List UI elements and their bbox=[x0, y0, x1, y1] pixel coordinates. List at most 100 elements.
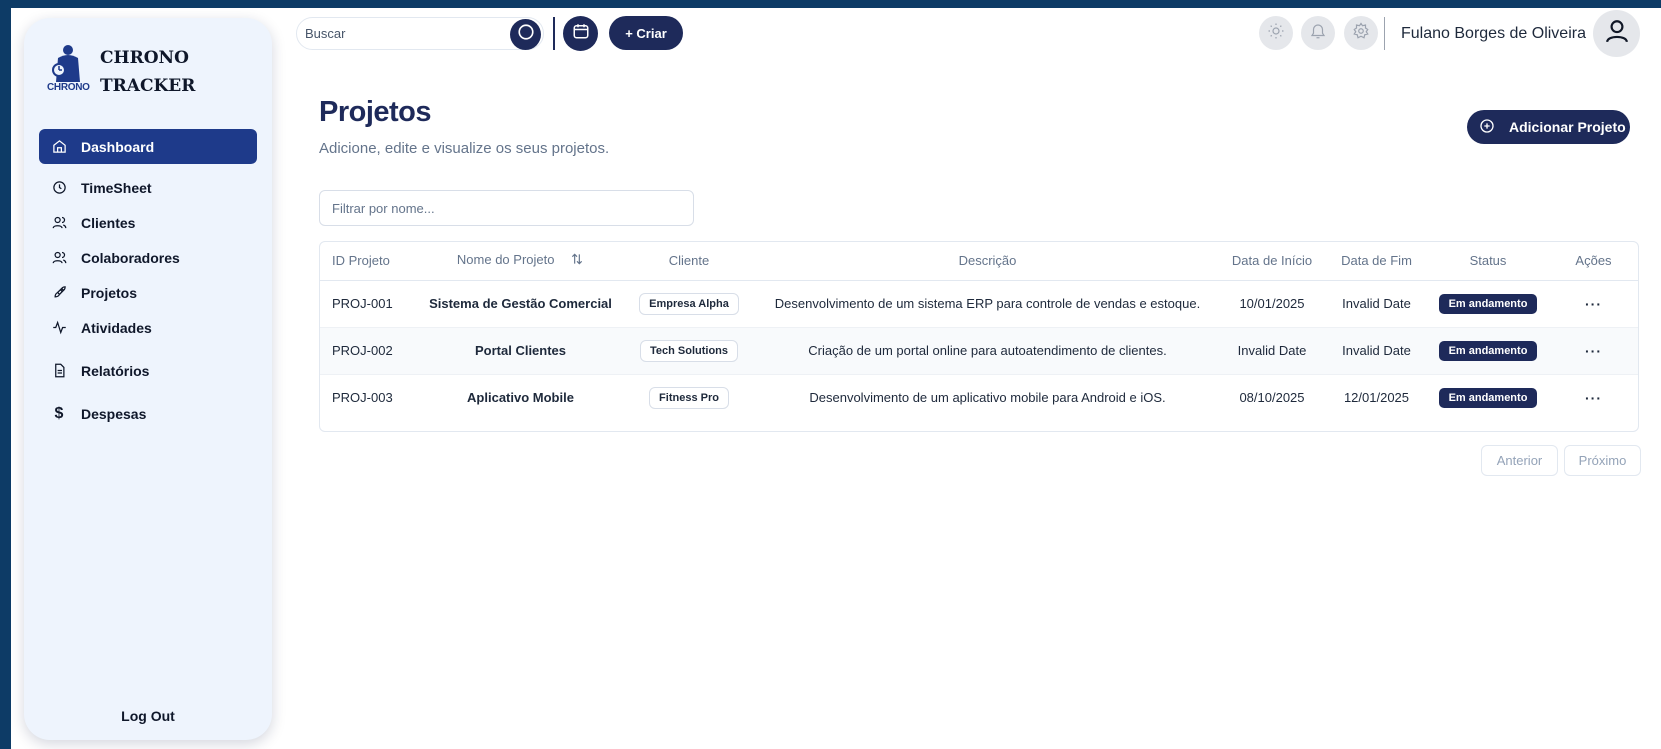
project-description: Desenvolvimento de um sistema ERP para c… bbox=[755, 280, 1220, 328]
sun-icon bbox=[1267, 22, 1285, 45]
sidebar-item-label: Colaboradores bbox=[81, 249, 180, 266]
column-header: ID Projeto bbox=[320, 242, 418, 281]
table-row[interactable]: PROJ-003 Aplicativo Mobile Fitness Pro D… bbox=[320, 374, 1638, 421]
table-header-row: ID Projeto Nome do Projeto Cliente Descr… bbox=[320, 242, 1638, 281]
clock-icon bbox=[51, 180, 67, 196]
dollar-icon: $ bbox=[54, 404, 64, 422]
project-description: Criação de um portal online para autoate… bbox=[755, 327, 1220, 375]
sidebar-item-clientes[interactable]: Clientes bbox=[39, 205, 257, 240]
sidebar-item-despesas[interactable]: $ Despesas bbox=[39, 396, 257, 431]
sidebar-item-label: TimeSheet bbox=[81, 179, 152, 196]
project-id: PROJ-002 bbox=[320, 327, 418, 375]
sidebar-item-dashboard[interactable]: Dashboard bbox=[39, 129, 257, 164]
status-badge: Em andamento bbox=[1438, 387, 1538, 408]
project-name: Aplicativo Mobile bbox=[467, 390, 574, 406]
sort-icon[interactable] bbox=[570, 252, 584, 269]
calendar-icon bbox=[572, 22, 590, 45]
actions-cell: ··· bbox=[1547, 327, 1638, 375]
divider bbox=[1384, 17, 1385, 50]
create-button[interactable]: + Criar bbox=[609, 16, 683, 50]
search-input[interactable] bbox=[305, 26, 495, 41]
column-header-label: Nome do Projeto bbox=[456, 252, 555, 268]
status-badge: Em andamento bbox=[1438, 293, 1538, 314]
sidebar-item-atividades[interactable]: Atividades bbox=[39, 310, 257, 345]
project-name: Portal Clientes bbox=[418, 327, 623, 375]
sidebar-nav: Dashboard TimeSheet Clientes Colaborador bbox=[39, 129, 257, 431]
end-date: Invalid Date bbox=[1324, 280, 1429, 328]
settings-button[interactable] bbox=[1344, 16, 1378, 50]
sidebar-item-timesheet[interactable]: TimeSheet bbox=[39, 170, 257, 205]
status-cell: Em andamento bbox=[1429, 374, 1547, 421]
search-button[interactable] bbox=[510, 19, 541, 50]
client-cell: Tech Solutions bbox=[623, 327, 755, 375]
logout-button[interactable]: Log Out bbox=[24, 708, 272, 724]
brand-name: CHRONO TRACKER bbox=[100, 44, 195, 100]
column-header: Ações bbox=[1547, 242, 1638, 281]
divider bbox=[553, 17, 555, 50]
next-page-button[interactable]: Próximo bbox=[1564, 445, 1641, 476]
sidebar-item-label: Dashboard bbox=[81, 138, 155, 155]
page-subtitle: Adicione, edite e visualize os seus proj… bbox=[319, 140, 610, 157]
client-cell: Fitness Pro bbox=[623, 374, 755, 421]
sidebar-item-colaboradores[interactable]: Colaboradores bbox=[39, 240, 257, 275]
column-header: Status bbox=[1429, 242, 1547, 281]
rocket-icon bbox=[51, 285, 67, 301]
sidebar-item-label: Relatórios bbox=[81, 362, 150, 379]
users-icon bbox=[51, 250, 67, 266]
start-date: Invalid Date bbox=[1220, 327, 1324, 375]
calendar-button[interactable] bbox=[563, 16, 598, 51]
page-title: Projetos bbox=[319, 96, 432, 128]
activity-icon bbox=[51, 320, 67, 336]
brand-name-line2: TRACKER bbox=[100, 76, 196, 96]
file-text-icon bbox=[51, 363, 67, 379]
project-description: Desenvolvimento de um aplicativo mobile … bbox=[809, 390, 1166, 406]
actions-cell: ··· bbox=[1547, 374, 1638, 421]
column-header: Data de Fim bbox=[1324, 242, 1429, 281]
project-id: PROJ-003 bbox=[332, 390, 393, 406]
column-header: Descrição bbox=[755, 242, 1220, 281]
sidebar-item-label: Atividades bbox=[81, 319, 152, 336]
status-badge: Em andamento bbox=[1438, 340, 1538, 361]
more-actions-button[interactable]: ··· bbox=[1585, 296, 1602, 312]
brand-name-line1: CHRONO bbox=[100, 48, 189, 68]
end-date: Invalid Date bbox=[1324, 327, 1429, 375]
actions-cell: ··· bbox=[1547, 280, 1638, 328]
theme-toggle-button[interactable] bbox=[1259, 16, 1293, 50]
column-header-sortable[interactable]: Nome do Projeto bbox=[418, 242, 623, 281]
chrono-logo: CHRONO bbox=[44, 44, 94, 96]
sidebar-item-label: Clientes bbox=[81, 214, 136, 231]
status-cell: Em andamento bbox=[1429, 327, 1547, 375]
previous-page-button[interactable]: Anterior bbox=[1481, 445, 1558, 476]
table-row[interactable]: PROJ-001 Sistema de Gestão Comercial Emp… bbox=[320, 280, 1638, 328]
start-date: 08/10/2025 bbox=[1239, 390, 1305, 406]
logo-text: CHRONO bbox=[47, 82, 90, 93]
start-date: 10/01/2025 bbox=[1220, 280, 1324, 328]
column-header: Cliente bbox=[623, 242, 755, 281]
user-name: Fulano Borges de Oliveira bbox=[1401, 25, 1586, 42]
add-project-button[interactable]: Adicionar Projeto bbox=[1467, 110, 1630, 144]
table-row[interactable]: PROJ-002 Portal Clientes Tech Solutions … bbox=[320, 327, 1638, 375]
project-id: PROJ-001 bbox=[320, 280, 418, 328]
bell-icon bbox=[1309, 22, 1327, 45]
avatar[interactable] bbox=[1593, 10, 1640, 57]
client-tag: Fitness Pro bbox=[649, 386, 729, 409]
home-icon bbox=[51, 139, 67, 155]
brand[interactable]: CHRONO CHRONO TRACKER bbox=[44, 44, 195, 100]
search-bar bbox=[296, 17, 544, 50]
sidebar-item-relatorios[interactable]: Relatórios bbox=[39, 353, 257, 388]
projects-table: ID Projeto Nome do Projeto Cliente Descr… bbox=[319, 241, 1639, 432]
column-header: Data de Início bbox=[1220, 242, 1324, 281]
app-window: CHRONO CHRONO TRACKER Dashboard TimeShee… bbox=[11, 8, 1661, 749]
more-actions-button[interactable]: ··· bbox=[1585, 343, 1602, 359]
notifications-button[interactable] bbox=[1301, 16, 1335, 50]
more-actions-button[interactable]: ··· bbox=[1585, 390, 1602, 406]
status-cell: Em andamento bbox=[1429, 280, 1547, 328]
filter-input[interactable] bbox=[319, 190, 694, 226]
client-tag: Empresa Alpha bbox=[639, 292, 739, 315]
gear-icon bbox=[1352, 21, 1370, 45]
add-project-label: Adicionar Projeto bbox=[1509, 119, 1626, 135]
sidebar-item-projetos[interactable]: Projetos bbox=[39, 275, 257, 310]
plus-circle-icon bbox=[1479, 118, 1495, 137]
users-icon bbox=[51, 215, 67, 231]
end-date: 12/01/2025 bbox=[1343, 390, 1410, 406]
